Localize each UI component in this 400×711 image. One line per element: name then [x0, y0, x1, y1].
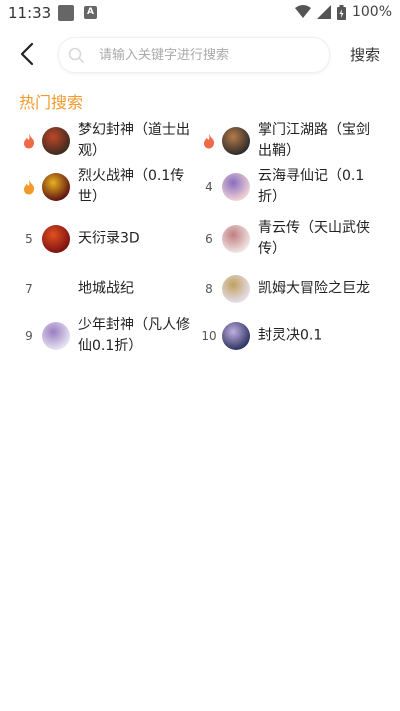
search-button[interactable]: 搜索	[350, 44, 380, 65]
signal-icon	[316, 5, 331, 19]
notification-icon	[58, 5, 74, 21]
game-thumbnail	[42, 173, 70, 201]
search-box[interactable]	[58, 37, 330, 73]
game-name: 天衍录3D	[78, 230, 140, 247]
rank-number: 4	[205, 180, 213, 194]
rank-number: 5	[25, 232, 33, 246]
back-button[interactable]	[16, 40, 40, 68]
hot-search-item[interactable]: 7 地城战纪	[20, 266, 200, 312]
game-name: 凯姆大冒险之巨龙	[258, 280, 370, 297]
hot-search-item[interactable]: 9 少年封神（凡人修仙0.1折）	[20, 313, 200, 359]
game-thumbnail	[222, 275, 250, 303]
game-thumbnail	[42, 322, 70, 350]
hot-fire-icon	[20, 133, 38, 149]
hot-fire-icon	[20, 179, 38, 195]
game-name: 少年封神（凡人修仙0.1折）	[78, 317, 190, 354]
game-thumbnail	[222, 173, 250, 201]
game-name: 掌门江湖路（宝剑出鞘）	[258, 122, 370, 159]
hot-search-item[interactable]: 4 云海寻仙记（0.1折）	[200, 164, 380, 210]
hot-fire-icon	[200, 133, 218, 149]
game-thumbnail	[42, 225, 70, 253]
game-thumbnail	[42, 127, 70, 155]
game-name: 地城战纪	[78, 280, 134, 297]
hot-search-item[interactable]: 6 青云传（天山武侠传）	[200, 216, 380, 262]
game-thumbnail	[222, 127, 250, 155]
hot-search-item[interactable]: 梦幻封神（道士出观）	[20, 118, 200, 164]
chevron-left-icon	[20, 42, 34, 66]
game-thumbnail	[222, 322, 250, 350]
hot-search-item[interactable]: 烈火战神（0.1传世）	[20, 164, 200, 210]
status-bar: 11:33 A 100%	[0, 0, 400, 28]
status-time: 11:33	[8, 4, 52, 22]
hot-search-item[interactable]: 10 封灵决0.1	[200, 313, 380, 359]
rank-number: 9	[25, 329, 33, 343]
app-notification-icon: A	[84, 6, 97, 19]
rank-number: 8	[205, 282, 213, 296]
game-name: 封灵决0.1	[258, 327, 323, 344]
game-name: 烈火战神（0.1传世）	[78, 168, 185, 205]
status-right: 100%	[294, 4, 392, 20]
hot-search-item[interactable]: 掌门江湖路（宝剑出鞘）	[200, 118, 380, 164]
hot-search-item[interactable]: 8 凯姆大冒险之巨龙	[200, 266, 380, 312]
rank-number: 10	[201, 329, 217, 343]
hot-search-title: 热门搜索	[19, 93, 84, 112]
search-icon	[68, 47, 84, 63]
game-name: 云海寻仙记（0.1折）	[258, 168, 365, 205]
game-thumbnail	[222, 225, 250, 253]
game-name: 青云传（天山武侠传）	[258, 220, 370, 257]
battery-percent: 100%	[351, 4, 392, 20]
game-name: 梦幻封神（道士出观）	[78, 122, 190, 159]
battery-icon	[336, 4, 346, 20]
search-input[interactable]	[99, 38, 321, 72]
rank-number: 7	[25, 282, 33, 296]
hot-search-item[interactable]: 5 天衍录3D	[20, 216, 200, 262]
rank-number: 6	[205, 232, 213, 246]
wifi-icon	[294, 5, 311, 18]
